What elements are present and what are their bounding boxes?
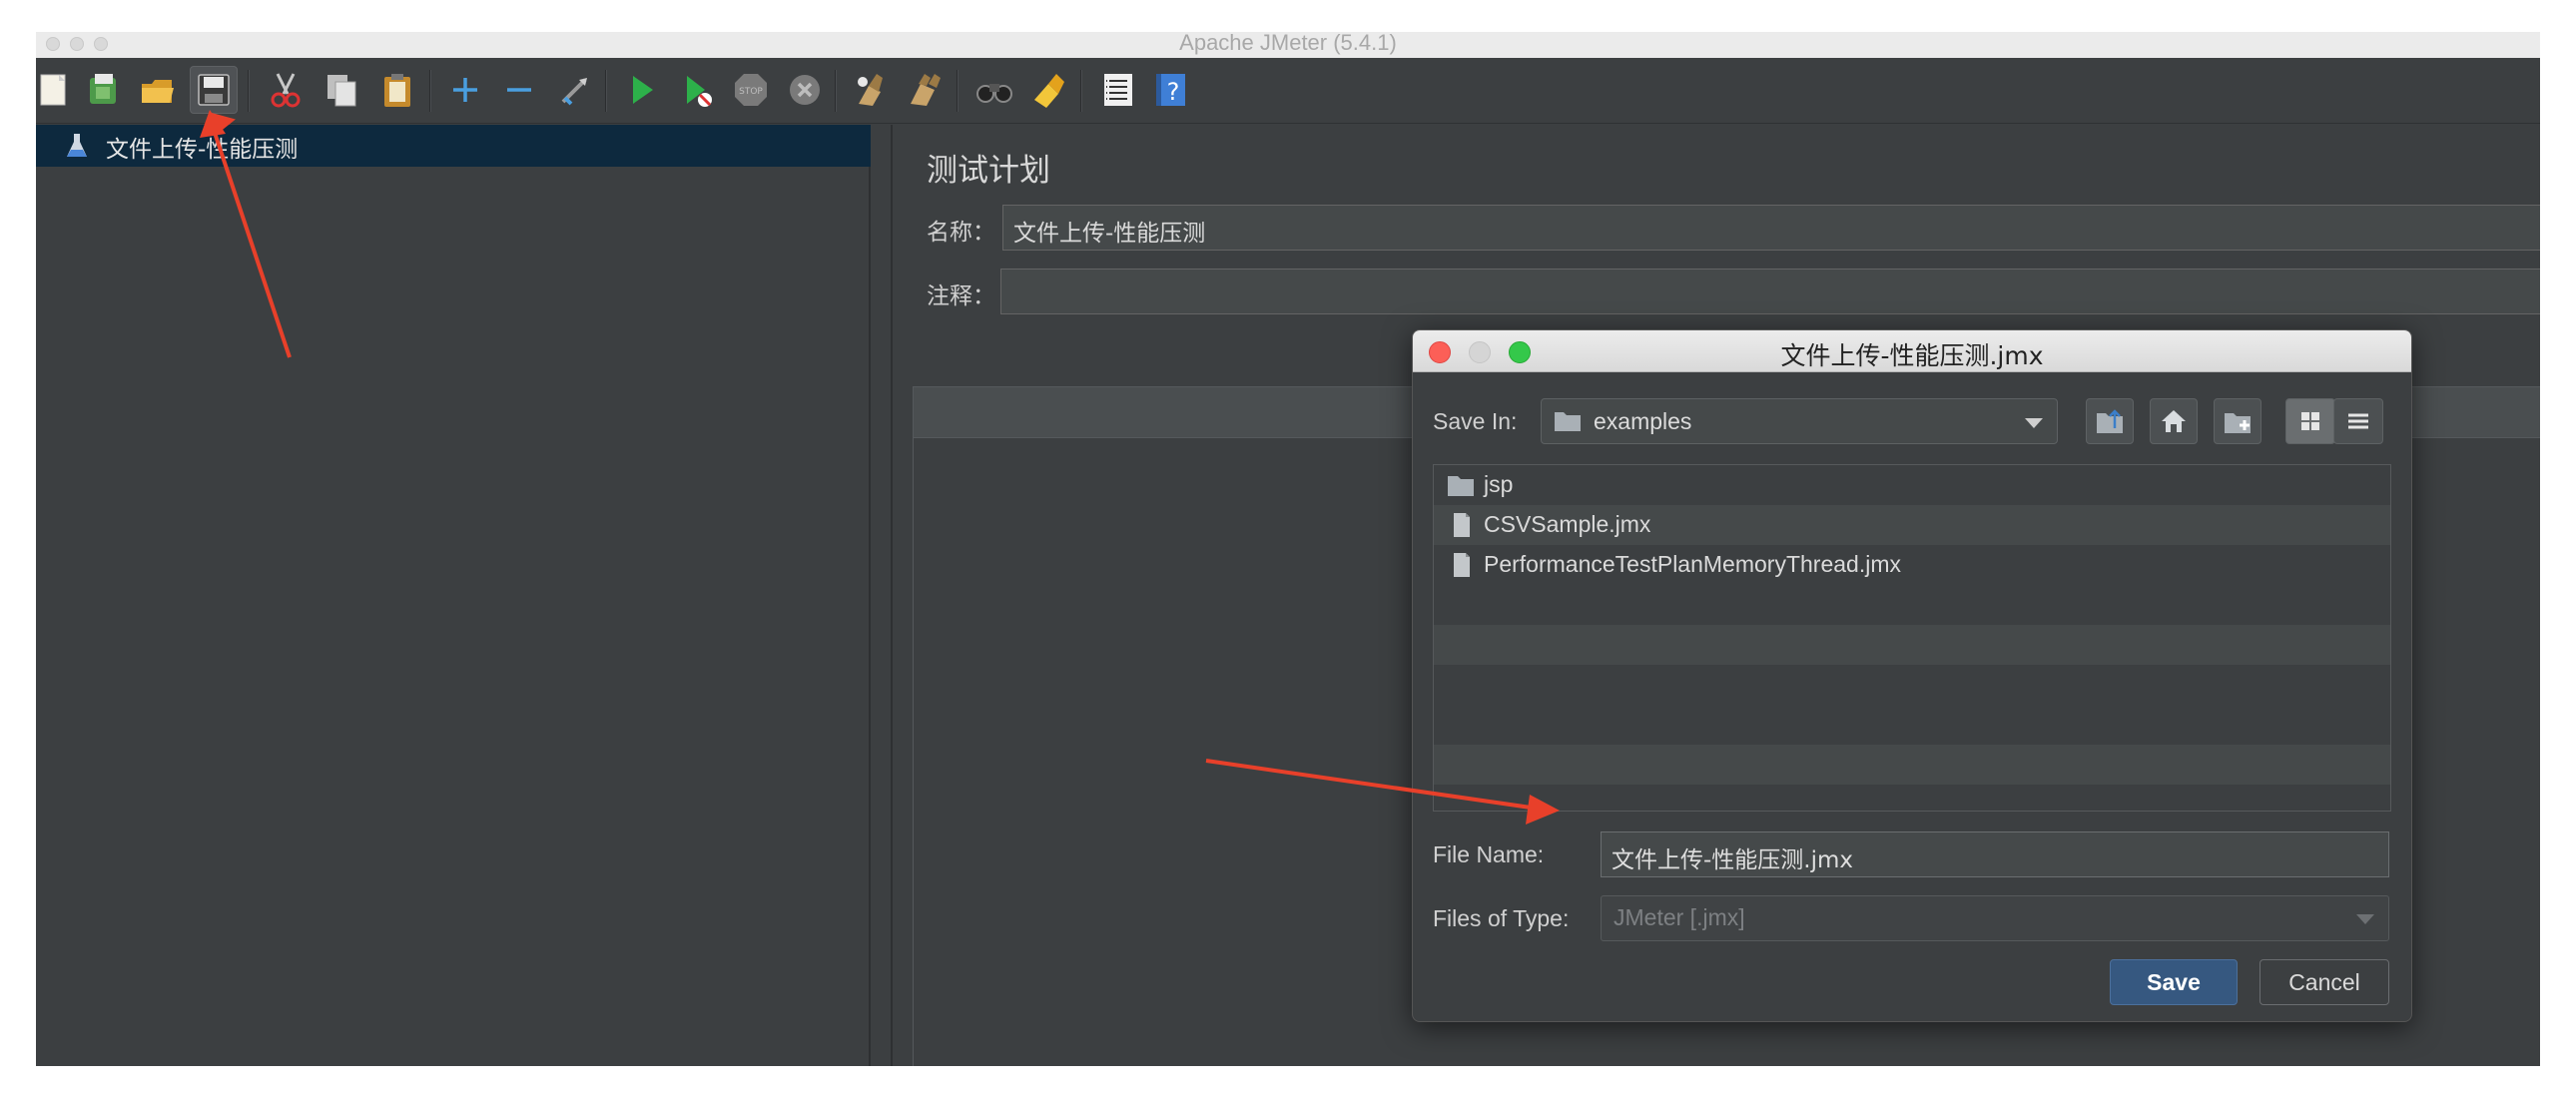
collapse-icon <box>507 88 531 92</box>
list-item[interactable]: PerformanceTestPlanMemoryThread.jmx <box>1434 545 2390 585</box>
stop-icon: STOP <box>735 74 767 106</box>
new-folder-button[interactable] <box>2214 398 2261 444</box>
start-no-pauses-button[interactable] <box>673 66 721 114</box>
clear-icon <box>858 74 883 106</box>
paste-icon <box>384 74 410 107</box>
folder-icon <box>1555 412 1581 431</box>
start-button[interactable] <box>617 66 665 114</box>
new-button[interactable] <box>36 66 78 114</box>
new-icon <box>40 74 66 106</box>
templates-button[interactable] <box>80 66 128 114</box>
tree-item-test-plan[interactable]: 文件上传-性能压测 <box>36 125 871 167</box>
details-view-button[interactable] <box>2333 398 2383 444</box>
window-title: Apache JMeter (5.4.1) <box>1179 32 1397 55</box>
copy-icon <box>327 75 356 107</box>
file-type-select[interactable]: JMeter [.jmx] <box>1601 895 2389 941</box>
test-plan-tree: 文件上传-性能压测 <box>36 125 871 1066</box>
flask-icon <box>67 134 87 157</box>
expand-icon <box>453 78 477 102</box>
help-icon: ? <box>1156 74 1185 106</box>
up-one-level-button[interactable] <box>2086 398 2134 444</box>
tree-item-label: 文件上传-性能压测 <box>106 137 299 163</box>
file-icon <box>1454 553 1470 577</box>
file-type-label: Files of Type: <box>1433 905 1570 931</box>
comment-field[interactable] <box>1000 269 2540 314</box>
copy-button[interactable] <box>318 66 365 114</box>
function-helper-button[interactable] <box>1094 66 1142 114</box>
clear-all-icon <box>911 74 941 106</box>
stop-button[interactable]: STOP <box>727 66 775 114</box>
save-button[interactable]: Save <box>2110 959 2238 1005</box>
paste-button[interactable] <box>373 66 421 114</box>
file-type-value: JMeter [.jmx] <box>1613 904 1745 930</box>
save-dialog: 文件上传-性能压测.jmx Save In: examples jsp CSVS… <box>1412 329 2412 1022</box>
clear-all-button[interactable] <box>901 66 949 114</box>
name-label: 名称： <box>927 220 995 246</box>
toolbar: STOP ? <box>36 58 2540 124</box>
home-icon <box>2162 410 2186 432</box>
cut-icon <box>271 73 301 108</box>
search-icon <box>976 84 1012 103</box>
list-item[interactable]: CSVSample.jmx <box>1434 505 2390 545</box>
comment-label: 注释： <box>927 283 995 309</box>
start-no-pauses-icon <box>687 76 712 107</box>
expand-all-button[interactable] <box>441 66 489 114</box>
folder-icon <box>1448 476 1474 496</box>
file-list[interactable]: jsp CSVSample.jmx PerformanceTestPlanMem… <box>1433 464 2391 812</box>
shutdown-button[interactable] <box>781 66 829 114</box>
list-view-button[interactable] <box>2285 398 2335 444</box>
details-view-icon <box>2348 413 2368 429</box>
save-button-toolbar[interactable] <box>190 66 238 114</box>
save-in-value: examples <box>1594 408 1692 434</box>
window-titlebar: Apache JMeter (5.4.1) <box>36 32 2540 58</box>
collapse-all-button[interactable] <box>495 66 543 114</box>
templates-icon <box>90 74 116 104</box>
open-icon <box>142 80 174 103</box>
file-icon <box>1454 513 1470 537</box>
file-name-text: PerformanceTestPlanMemoryThread.jmx <box>1484 551 1901 577</box>
dialog-titlebar: 文件上传-性能压测.jmx <box>1413 330 2411 372</box>
open-button[interactable] <box>134 66 182 114</box>
grid-view-icon <box>2301 412 2319 430</box>
chevron-down-icon <box>2025 418 2043 428</box>
shutdown-icon <box>790 75 820 105</box>
save-in-label: Save In: <box>1433 408 1518 434</box>
cut-button[interactable] <box>262 66 310 114</box>
folder-up-icon <box>2097 409 2123 433</box>
function-helper-icon <box>1104 74 1132 106</box>
search-button[interactable] <box>970 66 1018 114</box>
toggle-button[interactable] <box>551 66 599 114</box>
start-icon <box>633 76 653 104</box>
help-button[interactable]: ? <box>1148 66 1196 114</box>
reset-search-button[interactable] <box>1024 66 1072 114</box>
svg-text:?: ? <box>1167 78 1180 106</box>
toggle-icon <box>561 78 587 106</box>
list-item[interactable]: jsp <box>1434 465 2390 505</box>
reset-search-icon <box>1034 74 1064 108</box>
cancel-button[interactable]: Cancel <box>2259 959 2389 1005</box>
clear-button[interactable] <box>847 66 895 114</box>
page-title: 测试计划 <box>927 153 1050 189</box>
dialog-title: 文件上传-性能压测.jmx <box>1780 341 2044 370</box>
chevron-down-icon <box>2356 914 2374 924</box>
file-name-label: File Name: <box>1433 841 1545 867</box>
new-folder-icon <box>2225 413 2251 433</box>
save-in-select[interactable]: examples <box>1541 398 2058 444</box>
save-icon <box>198 74 230 106</box>
file-name-input[interactable]: 文件上传-性能压测.jmx <box>1601 831 2389 877</box>
name-field[interactable]: 文件上传-性能压测 <box>1002 205 2540 251</box>
svg-text:STOP: STOP <box>739 87 763 97</box>
file-name-text: jsp <box>1484 471 1514 497</box>
file-name-text: CSVSample.jmx <box>1484 511 1651 537</box>
home-button[interactable] <box>2150 398 2198 444</box>
